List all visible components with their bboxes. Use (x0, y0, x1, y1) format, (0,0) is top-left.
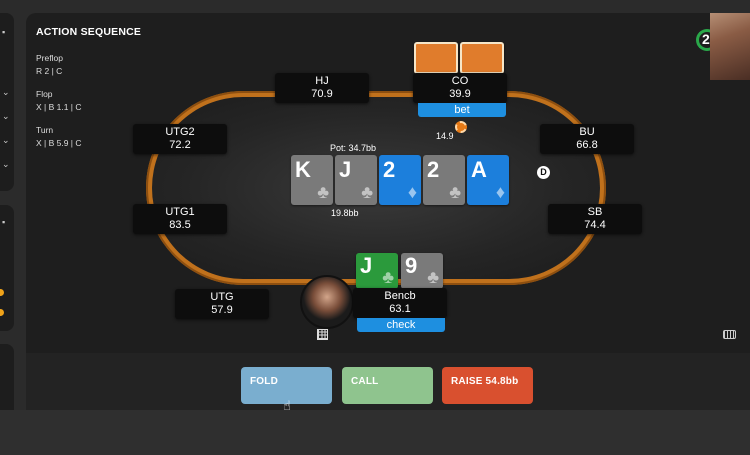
co-bet-amount: 14.9 (436, 131, 454, 141)
street-flop: Flop (36, 89, 53, 99)
seat-hero[interactable]: Bencb 63.1 (353, 288, 447, 318)
board-card-2: J ♣ (335, 155, 377, 205)
center-bet: 19.8bb (331, 208, 359, 218)
status-dot (0, 309, 4, 316)
seat-stack: 74.4 (584, 219, 606, 231)
board-card-3: 2 ♦ (379, 155, 421, 205)
raise-button[interactable]: RAISE 54.8bb (442, 367, 533, 404)
seat-hero-action-tag: check (357, 318, 445, 332)
card-rank: J (360, 253, 373, 278)
card-rank: 9 (405, 253, 418, 278)
seat-stack: 70.9 (311, 88, 333, 100)
board-card-5: A ♦ (467, 155, 509, 205)
board-card-1: K ♣ (291, 155, 333, 205)
seat-name: CO (451, 75, 469, 87)
seat-co[interactable]: CO 39.9 (413, 73, 507, 103)
chevron-down-icon[interactable]: ⌄ (2, 135, 10, 146)
card-rank: A (471, 157, 487, 182)
street-preflop-actions: R 2 | C (36, 66, 63, 76)
hero-card-2: 9 ♣ (401, 253, 443, 289)
seat-stack: 83.5 (169, 219, 191, 231)
chevron-down-icon[interactable]: ⌄ (2, 159, 10, 170)
left-rail-mid: ▪ (0, 205, 14, 331)
seat-stack: 63.1 (389, 303, 411, 315)
card-rank: K (295, 157, 311, 182)
seat-sb[interactable]: SB 74.4 (548, 204, 642, 234)
dealer-button: D (537, 166, 550, 179)
rail-item-icon[interactable]: ▪ (2, 217, 5, 227)
mouse-cursor-icon: ☝ (283, 398, 291, 413)
card-rank: 2 (427, 157, 440, 182)
chip-icon (455, 121, 467, 133)
club-icon: ♣ (382, 267, 394, 287)
hero-card-1: J ♣ (356, 253, 398, 289)
seat-name: UTG2 (165, 126, 195, 138)
seat-name: Bencb (384, 290, 416, 302)
rail-item-icon[interactable]: ▪ (2, 27, 5, 37)
grid-icon[interactable] (317, 329, 328, 340)
keyboard-icon[interactable] (723, 330, 736, 339)
diamond-icon: ♦ (495, 182, 505, 202)
board-card-4: 2 ♣ (423, 155, 465, 205)
club-icon: ♣ (427, 267, 439, 287)
seat-name: HJ (315, 75, 329, 87)
call-button[interactable]: CALL (342, 367, 433, 404)
seat-hj[interactable]: HJ 70.9 (275, 73, 369, 103)
seat-utg[interactable]: UTG 57.9 (175, 289, 269, 319)
seat-stack: 66.8 (576, 139, 598, 151)
lower-area (0, 410, 750, 455)
street-preflop: Preflop (36, 53, 63, 63)
card-back (414, 42, 458, 74)
status-dot (0, 289, 4, 296)
seat-utg2[interactable]: UTG2 72.2 (133, 124, 227, 154)
seat-name: UTG (210, 291, 234, 303)
pot-label: Pot: 34.7bb (330, 143, 377, 153)
club-icon: ♣ (317, 182, 329, 202)
avatar (300, 275, 354, 329)
seat-stack: 39.9 (449, 88, 471, 100)
chevron-down-icon[interactable]: ⌄ (2, 111, 10, 122)
left-rail-top: ▪ ⌄ ⌄ ⌄ ⌄ (0, 13, 14, 191)
seat-stack: 72.2 (169, 139, 191, 151)
chevron-down-icon[interactable]: ⌄ (2, 87, 10, 98)
seat-name: SB (587, 206, 603, 218)
street-flop-actions: X | B 1.1 | C (36, 102, 82, 112)
club-icon: ♣ (449, 182, 461, 202)
action-sequence-title: ACTION SEQUENCE (36, 26, 142, 38)
diamond-icon: ♦ (407, 182, 417, 202)
street-turn-actions: X | B 5.9 | C (36, 138, 82, 148)
seat-name: UTG1 (165, 206, 195, 218)
seat-co-action-tag: bet (418, 103, 506, 117)
webcam-feed (710, 13, 750, 80)
club-icon: ♣ (361, 182, 373, 202)
seat-stack: 57.9 (211, 304, 233, 316)
seat-bu[interactable]: BU 66.8 (540, 124, 634, 154)
seat-utg1[interactable]: UTG1 83.5 (133, 204, 227, 234)
seat-name: BU (579, 126, 595, 138)
street-turn: Turn (36, 125, 54, 135)
card-rank: J (339, 157, 352, 182)
card-rank: 2 (383, 157, 396, 182)
timer-value: 2 (702, 31, 710, 47)
card-back (460, 42, 504, 74)
